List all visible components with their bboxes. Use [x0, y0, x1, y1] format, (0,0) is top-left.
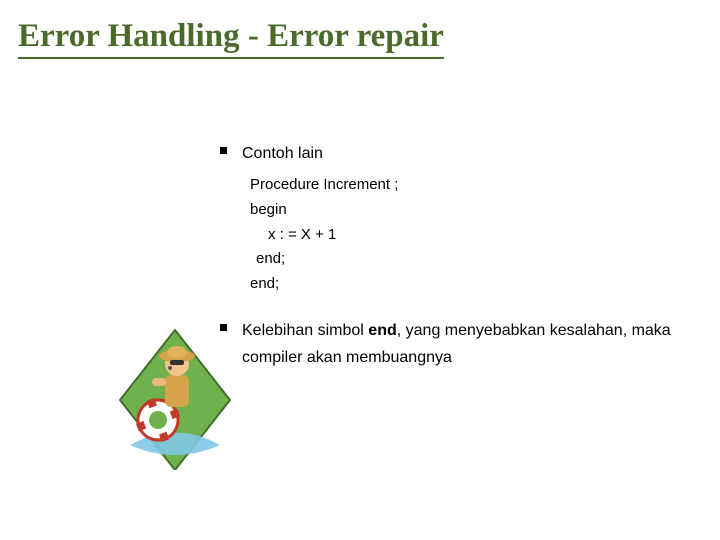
code-line: end; — [256, 247, 680, 272]
code-line: end; — [250, 272, 680, 297]
code-line: x : = X + 1 — [268, 223, 680, 248]
slide: Error Handling - Error repair Contoh lai… — [0, 0, 720, 540]
bullet-1-text: Contoh lain — [242, 145, 323, 162]
bullet-item-2: Kelebihan simbol end, yang menyebabkan k… — [220, 317, 680, 371]
bullet-square-icon — [220, 147, 227, 154]
slide-title: Error Handling - Error repair — [18, 18, 444, 59]
slide-content: Contoh lain Procedure Increment ; begin … — [220, 140, 680, 371]
code-line: begin — [250, 198, 680, 223]
bullet-item-1: Contoh lain — [220, 140, 680, 167]
code-block: Procedure Increment ; begin x : = X + 1 … — [250, 173, 680, 297]
lifeguard-illustration — [110, 320, 240, 470]
bullet-2-pre: Kelebihan simbol — [242, 322, 368, 339]
code-line: Procedure Increment ; — [250, 173, 680, 198]
bullet-2-bold: end — [368, 322, 396, 339]
